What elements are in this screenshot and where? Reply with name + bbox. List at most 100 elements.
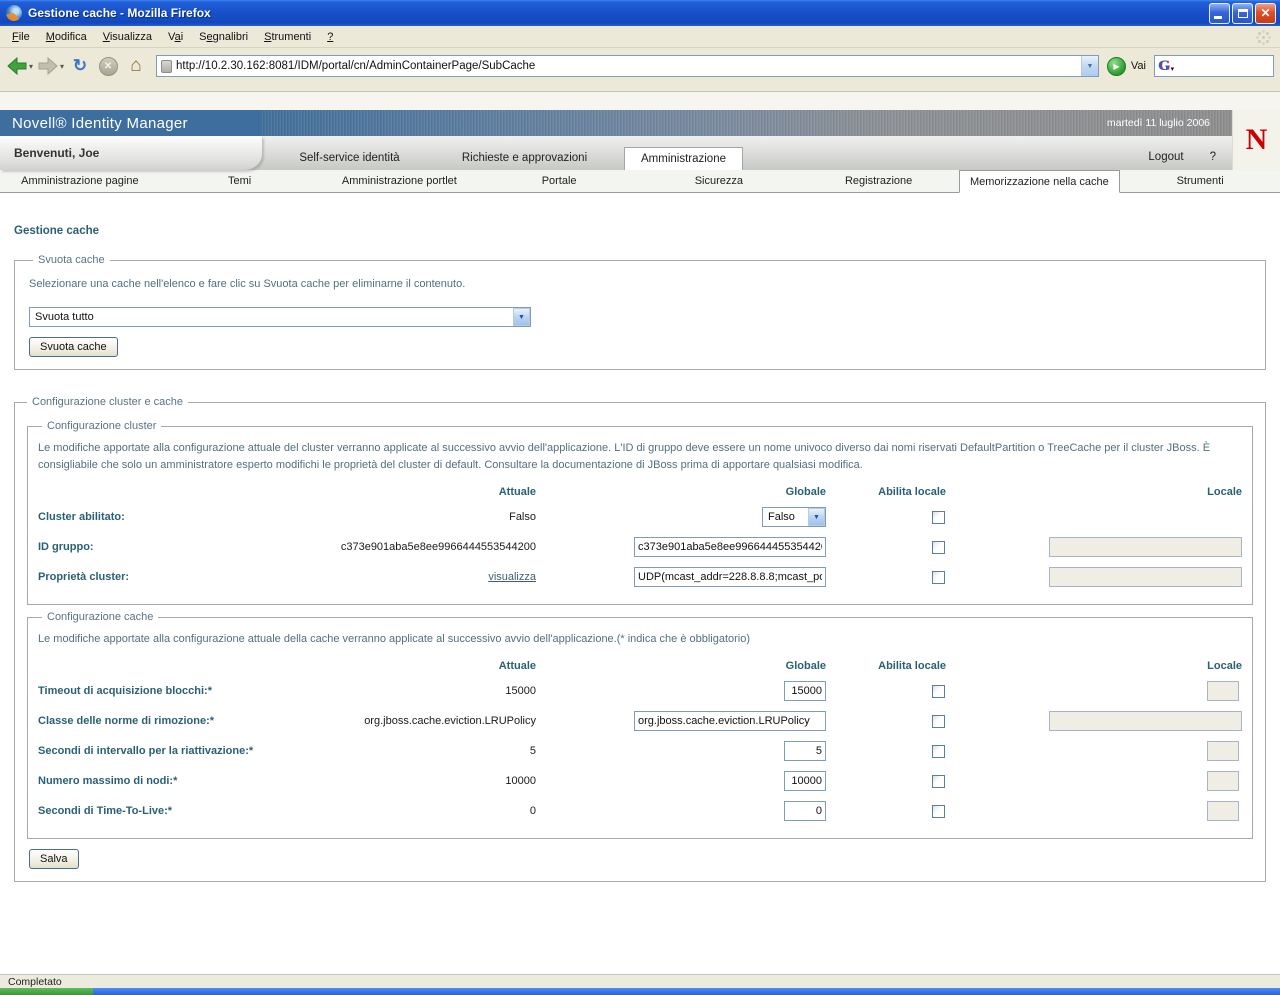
save-button[interactable]: Salva	[29, 849, 79, 869]
row-intervallo-riattivazione: Secondi di intervallo per la riattivazio…	[38, 736, 1242, 766]
subtab-strumenti[interactable]: Strumenti	[1120, 170, 1280, 192]
cache-select[interactable]: Svuota tutto ▼	[29, 307, 531, 327]
flush-cache-button[interactable]: Svuota cache	[29, 337, 118, 357]
subtab-memorizzazione-cache[interactable]: Memorizzazione nella cache	[959, 170, 1121, 193]
row-id-gruppo: ID gruppo: c373e901aba5e8ee9966444553544…	[38, 532, 1242, 562]
current-value: 15000	[293, 685, 536, 697]
url-input[interactable]	[172, 60, 1081, 72]
column-abilita-locale: Abilita locale	[826, 660, 946, 672]
forward-button[interactable]: ▾	[37, 56, 64, 76]
minimize-icon	[1214, 16, 1222, 19]
go-button[interactable]: ▶ Vai	[1107, 57, 1146, 76]
row-classe-rimozione: Classe delle norme di rimozione:* org.jb…	[38, 706, 1242, 736]
close-button[interactable]: ✕	[1255, 3, 1276, 24]
stop-icon: ✕	[99, 57, 118, 76]
max-nodes-local-checkbox[interactable]	[932, 775, 945, 788]
help-link[interactable]: ?	[1210, 151, 1216, 163]
column-abilita-locale: Abilita locale	[826, 486, 946, 498]
lock-timeout-global-input[interactable]	[784, 681, 826, 701]
group-id-local-checkbox[interactable]	[932, 541, 945, 554]
view-cluster-properties-link[interactable]: visualizza	[488, 571, 536, 583]
subtab-sicurezza[interactable]: Sicurezza	[639, 170, 799, 192]
tab-richieste-approvazioni[interactable]: Richieste e approvazioni	[437, 146, 612, 170]
cluster-config-description: Le modifiche apportate alla configurazio…	[38, 440, 1242, 474]
flush-cache-section: Svuota cache Selezionare una cache nell'…	[14, 254, 1266, 370]
home-button[interactable]: ⌂	[124, 54, 148, 78]
reload-button[interactable]: ↻	[68, 54, 92, 78]
url-history-dropdown[interactable]: ▼	[1081, 56, 1098, 76]
cluster-config-section: Configurazione cluster Le modifiche appo…	[27, 420, 1253, 605]
stop-button[interactable]: ✕	[96, 54, 120, 78]
menu-file[interactable]: File	[4, 28, 38, 46]
menu-help[interactable]: ?	[319, 28, 341, 46]
subtab-amministrazione-pagine[interactable]: Amministrazione pagine	[0, 170, 160, 192]
chevron-down-icon[interactable]: ▼	[513, 308, 530, 326]
wakeup-interval-global-input[interactable]	[784, 741, 826, 761]
throbber-icon	[1254, 28, 1272, 46]
ttl-local-checkbox[interactable]	[932, 805, 945, 818]
search-input[interactable]	[1174, 60, 1270, 72]
cluster-properties-global-input[interactable]	[634, 567, 826, 587]
back-button[interactable]: ▾	[6, 56, 33, 76]
back-dropdown-icon[interactable]: ▾	[29, 62, 33, 71]
ttl-global-input[interactable]	[784, 801, 826, 821]
current-value: c373e901aba5e8ee9966444553544200	[293, 541, 536, 553]
subtab-portale[interactable]: Portale	[479, 170, 639, 192]
group-id-global-input[interactable]	[634, 537, 826, 557]
cluster-cache-section: Configurazione cluster e cache Configura…	[14, 396, 1266, 882]
menu-modifica[interactable]: Modifica	[38, 28, 95, 46]
windows-taskbar[interactable]	[0, 988, 1280, 995]
start-button[interactable]	[0, 988, 93, 995]
logout-link[interactable]: Logout	[1148, 151, 1183, 163]
cluster-table-header: Attuale Globale Abilita locale Locale	[38, 486, 1242, 498]
cluster-properties-local-checkbox[interactable]	[932, 571, 945, 584]
toolbar-edge	[0, 84, 1280, 92]
max-nodes-global-input[interactable]	[784, 771, 826, 791]
subtab-registrazione[interactable]: Registrazione	[799, 170, 959, 192]
cluster-config-legend: Configurazione cluster	[42, 420, 161, 432]
column-globale: Globale	[536, 660, 826, 672]
cache-config-section: Configurazione cache Le modifiche apport…	[27, 611, 1253, 839]
subtab-amministrazione-portlet[interactable]: Amministrazione portlet	[320, 170, 480, 192]
home-icon: ⌂	[130, 55, 141, 77]
wakeup-interval-local-checkbox[interactable]	[932, 745, 945, 758]
reload-icon: ↻	[73, 56, 87, 76]
minimize-button[interactable]	[1209, 3, 1230, 24]
page-icon	[161, 60, 172, 73]
wakeup-interval-local-input	[1207, 741, 1239, 761]
cache-select-value: Svuota tutto	[30, 311, 513, 323]
current-value: 10000	[293, 775, 536, 787]
row-numero-massimo-nodi: Numero massimo di nodi:* 10000	[38, 766, 1242, 796]
menu-strumenti[interactable]: Strumenti	[256, 28, 319, 46]
group-id-local-input	[1049, 537, 1242, 557]
tab-amministrazione[interactable]: Amministrazione	[624, 147, 743, 170]
forward-arrow-icon	[37, 56, 59, 76]
go-icon: ▶	[1107, 57, 1126, 76]
subtab-temi[interactable]: Temi	[160, 170, 320, 192]
forward-dropdown-icon[interactable]: ▾	[60, 62, 64, 71]
main-tabs: Self-service identità Richieste e approv…	[262, 136, 743, 170]
maximize-button[interactable]	[1232, 3, 1253, 24]
novell-logo: N	[1232, 110, 1280, 170]
eviction-policy-global-input[interactable]	[634, 711, 826, 731]
search-box[interactable]: G ▾	[1154, 55, 1274, 77]
eviction-policy-local-input	[1049, 711, 1242, 731]
cluster-enabled-global-select[interactable]: Falso ▼	[762, 507, 826, 527]
product-name: Novell® Identity Manager	[0, 110, 262, 136]
window-title: Gestione cache - Mozilla Firefox	[28, 6, 1209, 20]
google-logo-icon: G	[1158, 59, 1170, 74]
menu-segnalibri[interactable]: Segnalibri	[191, 28, 256, 46]
max-nodes-local-input	[1207, 771, 1239, 791]
menu-visualizza[interactable]: Visualizza	[95, 28, 160, 46]
chevron-down-icon[interactable]: ▼	[808, 508, 825, 526]
eviction-policy-local-checkbox[interactable]	[932, 715, 945, 728]
tab-self-service[interactable]: Self-service identità	[262, 146, 437, 170]
cluster-enabled-local-checkbox[interactable]	[932, 511, 945, 524]
lock-timeout-local-checkbox[interactable]	[932, 685, 945, 698]
column-attuale: Attuale	[293, 660, 536, 672]
back-arrow-icon	[6, 56, 28, 76]
column-globale: Globale	[536, 486, 826, 498]
url-bar[interactable]: ▼	[156, 55, 1099, 77]
row-time-to-live: Secondi di Time-To-Live:* 0	[38, 796, 1242, 826]
menu-vai[interactable]: Vai	[160, 28, 191, 46]
